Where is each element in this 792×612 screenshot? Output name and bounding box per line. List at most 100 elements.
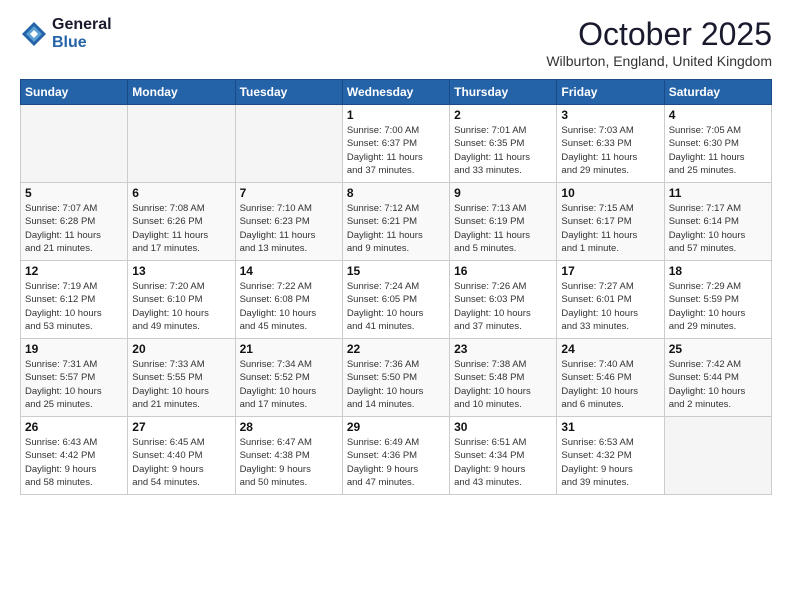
calendar-cell: 26 Sunrise: 6:43 AM Sunset: 4:42 PM Dayli… [21, 417, 128, 495]
day-info: Sunrise: 7:07 AM Sunset: 6:28 PM Dayligh… [25, 202, 123, 255]
day-number: 8 [347, 186, 445, 200]
calendar-week-row: 19 Sunrise: 7:31 AM Sunset: 5:57 PM Dayli… [21, 339, 772, 417]
calendar-cell [235, 105, 342, 183]
calendar-cell: 9 Sunrise: 7:13 AM Sunset: 6:19 PM Daylig… [450, 183, 557, 261]
calendar-cell: 25 Sunrise: 7:42 AM Sunset: 5:44 PM Dayli… [664, 339, 771, 417]
calendar-cell: 5Sunrise: 7:07 AM Sunset: 6:28 PM Daylig… [21, 183, 128, 261]
day-number: 29 [347, 420, 445, 434]
day-number: 27 [132, 420, 230, 434]
calendar-cell: 20Sunrise: 7:33 AM Sunset: 5:55 PM Dayli… [128, 339, 235, 417]
logo-icon [20, 20, 48, 48]
calendar-cell: 12Sunrise: 7:19 AM Sunset: 6:12 PM Dayli… [21, 261, 128, 339]
calendar-cell: 1Sunrise: 7:00 AM Sunset: 6:37 PM Daylig… [342, 105, 449, 183]
day-number: 2 [454, 108, 552, 122]
day-info: Sunrise: 6:43 AM Sunset: 4:42 PM Dayligh… [25, 436, 123, 489]
calendar-cell: 10 Sunrise: 7:15 AM Sunset: 6:17 PM Dayli… [557, 183, 664, 261]
calendar-cell: 28 Sunrise: 6:47 AM Sunset: 4:38 PM Dayli… [235, 417, 342, 495]
day-number: 19 [25, 342, 123, 356]
header: General Blue October 2025 Wilburton, Eng… [20, 16, 772, 69]
day-info: Sunrise: 7:33 AM Sunset: 5:55 PM Dayligh… [132, 358, 230, 411]
logo-general-label: General [52, 16, 112, 34]
calendar-cell: 23Sunrise: 7:38 AM Sunset: 5:48 PM Dayli… [450, 339, 557, 417]
month-title: October 2025 [546, 16, 772, 53]
calendar-cell: 17 Sunrise: 7:27 AM Sunset: 6:01 PM Dayli… [557, 261, 664, 339]
calendar-week-row: 1Sunrise: 7:00 AM Sunset: 6:37 PM Daylig… [21, 105, 772, 183]
day-number: 4 [669, 108, 767, 122]
day-info: Sunrise: 6:47 AM Sunset: 4:38 PM Dayligh… [240, 436, 338, 489]
day-number: 9 [454, 186, 552, 200]
calendar-header-tuesday: Tuesday [235, 80, 342, 105]
calendar-cell: 19 Sunrise: 7:31 AM Sunset: 5:57 PM Dayli… [21, 339, 128, 417]
calendar-header-wednesday: Wednesday [342, 80, 449, 105]
calendar-week-row: 5Sunrise: 7:07 AM Sunset: 6:28 PM Daylig… [21, 183, 772, 261]
calendar-cell: 14 Sunrise: 7:22 AM Sunset: 6:08 PM Dayli… [235, 261, 342, 339]
day-number: 15 [347, 264, 445, 278]
logo-blue-label: Blue [52, 34, 112, 52]
calendar-cell: 7 Sunrise: 7:10 AM Sunset: 6:23 PM Daylig… [235, 183, 342, 261]
calendar-cell: 6 Sunrise: 7:08 AM Sunset: 6:26 PM Daylig… [128, 183, 235, 261]
day-number: 12 [25, 264, 123, 278]
day-info: Sunrise: 6:45 AM Sunset: 4:40 PM Dayligh… [132, 436, 230, 489]
day-number: 30 [454, 420, 552, 434]
day-info: Sunrise: 7:31 AM Sunset: 5:57 PM Dayligh… [25, 358, 123, 411]
day-info: Sunrise: 7:29 AM Sunset: 5:59 PM Dayligh… [669, 280, 767, 333]
day-number: 7 [240, 186, 338, 200]
day-number: 18 [669, 264, 767, 278]
calendar-cell: 8Sunrise: 7:12 AM Sunset: 6:21 PM Daylig… [342, 183, 449, 261]
location: Wilburton, England, United Kingdom [546, 53, 772, 69]
day-number: 25 [669, 342, 767, 356]
day-number: 10 [561, 186, 659, 200]
day-info: Sunrise: 7:15 AM Sunset: 6:17 PM Dayligh… [561, 202, 659, 255]
day-info: Sunrise: 7:27 AM Sunset: 6:01 PM Dayligh… [561, 280, 659, 333]
day-info: Sunrise: 7:01 AM Sunset: 6:35 PM Dayligh… [454, 124, 552, 177]
day-info: Sunrise: 6:51 AM Sunset: 4:34 PM Dayligh… [454, 436, 552, 489]
calendar-cell: 22Sunrise: 7:36 AM Sunset: 5:50 PM Dayli… [342, 339, 449, 417]
calendar-week-row: 26 Sunrise: 6:43 AM Sunset: 4:42 PM Dayli… [21, 417, 772, 495]
calendar-cell: 13 Sunrise: 7:20 AM Sunset: 6:10 PM Dayli… [128, 261, 235, 339]
day-number: 11 [669, 186, 767, 200]
day-number: 1 [347, 108, 445, 122]
day-number: 24 [561, 342, 659, 356]
day-number: 21 [240, 342, 338, 356]
day-number: 22 [347, 342, 445, 356]
calendar-header-sunday: Sunday [21, 80, 128, 105]
day-number: 28 [240, 420, 338, 434]
day-number: 26 [25, 420, 123, 434]
logo-text: General Blue [52, 16, 112, 51]
calendar-cell: 16Sunrise: 7:26 AM Sunset: 6:03 PM Dayli… [450, 261, 557, 339]
calendar: SundayMondayTuesdayWednesdayThursdayFrid… [20, 79, 772, 495]
calendar-cell: 4Sunrise: 7:05 AM Sunset: 6:30 PM Daylig… [664, 105, 771, 183]
calendar-header-saturday: Saturday [664, 80, 771, 105]
calendar-cell: 3 Sunrise: 7:03 AM Sunset: 6:33 PM Daylig… [557, 105, 664, 183]
calendar-cell: 30 Sunrise: 6:51 AM Sunset: 4:34 PM Dayli… [450, 417, 557, 495]
calendar-header-row: SundayMondayTuesdayWednesdayThursdayFrid… [21, 80, 772, 105]
day-number: 14 [240, 264, 338, 278]
day-info: Sunrise: 7:38 AM Sunset: 5:48 PM Dayligh… [454, 358, 552, 411]
day-number: 13 [132, 264, 230, 278]
day-info: Sunrise: 7:26 AM Sunset: 6:03 PM Dayligh… [454, 280, 552, 333]
calendar-cell: 29Sunrise: 6:49 AM Sunset: 4:36 PM Dayli… [342, 417, 449, 495]
day-info: Sunrise: 7:20 AM Sunset: 6:10 PM Dayligh… [132, 280, 230, 333]
logo: General Blue [20, 16, 112, 51]
calendar-cell: 2 Sunrise: 7:01 AM Sunset: 6:35 PM Daylig… [450, 105, 557, 183]
calendar-cell: 11Sunrise: 7:17 AM Sunset: 6:14 PM Dayli… [664, 183, 771, 261]
calendar-cell: 31Sunrise: 6:53 AM Sunset: 4:32 PM Dayli… [557, 417, 664, 495]
day-info: Sunrise: 7:42 AM Sunset: 5:44 PM Dayligh… [669, 358, 767, 411]
calendar-week-row: 12Sunrise: 7:19 AM Sunset: 6:12 PM Dayli… [21, 261, 772, 339]
day-info: Sunrise: 7:03 AM Sunset: 6:33 PM Dayligh… [561, 124, 659, 177]
day-info: Sunrise: 7:10 AM Sunset: 6:23 PM Dayligh… [240, 202, 338, 255]
day-info: Sunrise: 6:53 AM Sunset: 4:32 PM Dayligh… [561, 436, 659, 489]
day-info: Sunrise: 7:34 AM Sunset: 5:52 PM Dayligh… [240, 358, 338, 411]
day-info: Sunrise: 7:22 AM Sunset: 6:08 PM Dayligh… [240, 280, 338, 333]
calendar-cell [21, 105, 128, 183]
day-info: Sunrise: 7:24 AM Sunset: 6:05 PM Dayligh… [347, 280, 445, 333]
calendar-cell: 18 Sunrise: 7:29 AM Sunset: 5:59 PM Dayli… [664, 261, 771, 339]
calendar-cell: 21 Sunrise: 7:34 AM Sunset: 5:52 PM Dayli… [235, 339, 342, 417]
day-number: 3 [561, 108, 659, 122]
page: General Blue October 2025 Wilburton, Eng… [0, 0, 792, 612]
day-info: Sunrise: 7:40 AM Sunset: 5:46 PM Dayligh… [561, 358, 659, 411]
day-number: 17 [561, 264, 659, 278]
day-info: Sunrise: 7:13 AM Sunset: 6:19 PM Dayligh… [454, 202, 552, 255]
day-info: Sunrise: 7:08 AM Sunset: 6:26 PM Dayligh… [132, 202, 230, 255]
day-number: 6 [132, 186, 230, 200]
